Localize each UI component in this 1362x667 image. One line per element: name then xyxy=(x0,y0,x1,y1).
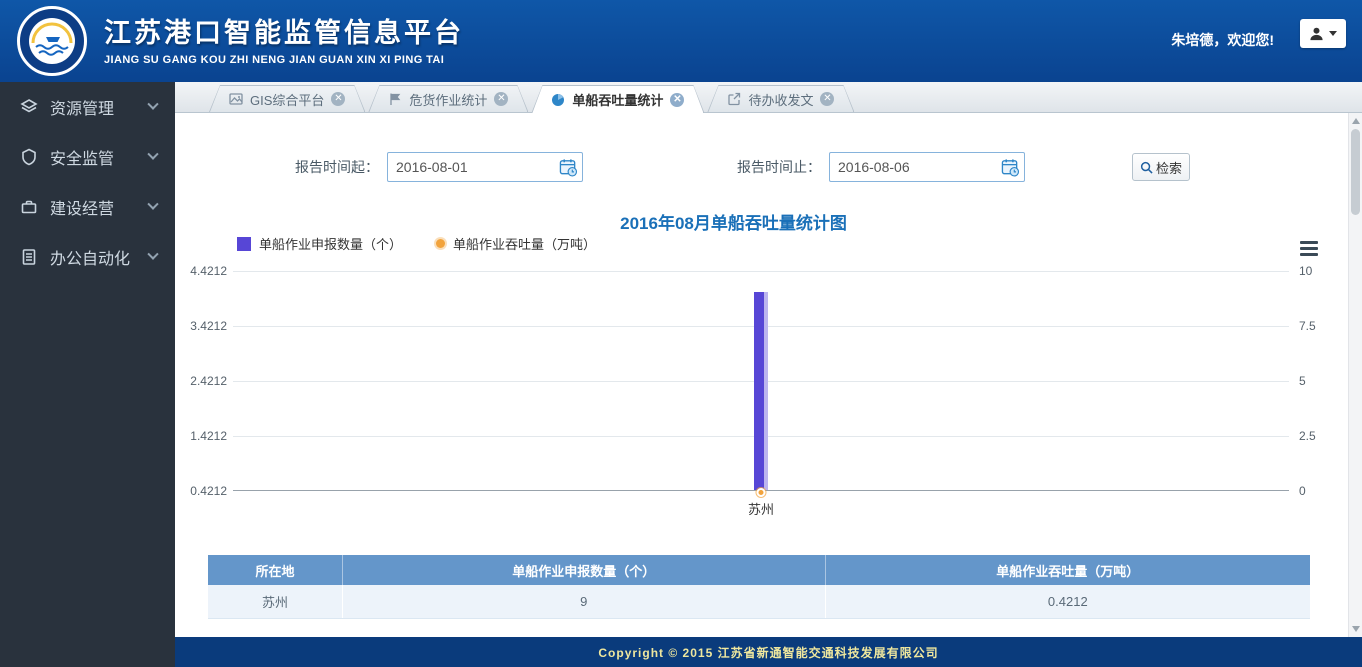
tab-content: 报告时间起： 报告时间止： xyxy=(175,113,1362,637)
chevron-down-icon xyxy=(147,99,158,110)
main-area: GIS综合平台 危货作业统计 单船吞吐量统计 xyxy=(175,82,1362,637)
user-menu-button[interactable] xyxy=(1300,19,1346,48)
caret-down-icon xyxy=(1329,31,1337,36)
chart-menu-icon[interactable] xyxy=(1300,241,1318,256)
cell-declared-count: 9 xyxy=(342,585,825,618)
search-icon xyxy=(1140,161,1153,174)
stats-table: 所在地 单船作业申报数量（个） 单船作业吞吐量（万吨） 苏州 9 0.4212 xyxy=(208,555,1310,619)
app-header: 江苏港口智能监管信息平台 JIANG SU GANG KOU ZHI NENG … xyxy=(0,0,1362,82)
shield-icon xyxy=(20,148,38,166)
throughput-point xyxy=(757,488,766,497)
report-end-input[interactable] xyxy=(830,159,996,175)
vertical-scrollbar[interactable] xyxy=(1348,113,1362,637)
right-axis-tick: 0 xyxy=(1299,484,1343,498)
report-end-field xyxy=(829,152,1025,182)
briefcase-icon xyxy=(20,198,38,216)
calendar-icon[interactable] xyxy=(996,153,1024,181)
tab-label: 待办收发文 xyxy=(748,90,813,109)
tab-label: GIS综合平台 xyxy=(250,90,324,109)
tab-pending-documents[interactable]: 待办收发文 xyxy=(707,85,854,112)
legend-item-declared-count[interactable]: 单船作业申报数量（个） xyxy=(237,234,402,253)
legend-point-swatch xyxy=(436,239,445,248)
port-logo-icon xyxy=(16,5,88,77)
sidebar-item-label: 安全监管 xyxy=(50,145,114,169)
chevron-down-icon xyxy=(147,249,158,260)
sidebar-item-label: 建设经营 xyxy=(50,195,114,219)
right-axis-tick: 2.5 xyxy=(1299,429,1343,443)
tab-label: 单船吞吐量统计 xyxy=(572,90,663,109)
report-end-label: 报告时间止： xyxy=(737,152,821,182)
outbox-icon xyxy=(727,92,741,106)
cell-throughput: 0.4212 xyxy=(825,585,1310,618)
legend-item-throughput[interactable]: 单船作业吞吐量（万吨） xyxy=(436,234,596,253)
app-subtitle: JIANG SU GANG KOU ZHI NENG JIAN GUAN XIN… xyxy=(104,54,464,66)
report-start-input[interactable] xyxy=(388,159,554,175)
table-header-row: 所在地 单船作业申报数量（个） 单船作业吞吐量（万吨） xyxy=(208,555,1310,585)
declared-count-bar xyxy=(754,292,768,490)
sidebar-item-label: 办公自动化 xyxy=(50,245,130,269)
chart-plot-area: 苏州 xyxy=(233,271,1289,491)
map-icon xyxy=(229,92,243,106)
left-axis-tick: 1.4212 xyxy=(181,429,227,443)
close-icon[interactable] xyxy=(331,92,345,106)
right-axis-tick: 10 xyxy=(1299,264,1343,278)
left-axis-tick: 2.4212 xyxy=(181,374,227,388)
search-button-label: 检索 xyxy=(1156,158,1182,177)
flag-icon xyxy=(388,92,402,106)
table-row: 苏州 9 0.4212 xyxy=(208,585,1310,618)
tab-gis-platform[interactable]: GIS综合平台 xyxy=(209,85,365,112)
cell-location: 苏州 xyxy=(208,585,342,618)
x-axis-category-label: 苏州 xyxy=(748,499,774,518)
legend-label: 单船作业申报数量（个） xyxy=(259,234,402,253)
scroll-down-icon[interactable] xyxy=(1352,626,1360,632)
sidebar-item-label: 资源管理 xyxy=(50,95,114,119)
user-icon xyxy=(1309,26,1324,41)
app-title: 江苏港口智能监管信息平台 xyxy=(104,11,464,50)
chart-legend: 单船作业申报数量（个） 单船作业吞吐量（万吨） xyxy=(237,234,596,253)
report-start-field xyxy=(387,152,583,182)
footer: Copyright © 2015 江苏省新通智能交通科技发展有限公司 xyxy=(175,637,1362,667)
pie-chart-icon xyxy=(551,93,565,107)
welcome-text: 朱培德，欢迎您! xyxy=(1171,30,1274,50)
scroll-up-icon[interactable] xyxy=(1352,118,1360,124)
sidebar-item-safety-supervision[interactable]: 安全监管 xyxy=(0,132,175,182)
sidebar: 资源管理 安全监管 建设经营 办公自动化 xyxy=(0,82,175,667)
calendar-icon[interactable] xyxy=(554,153,582,181)
layers-icon xyxy=(20,98,38,116)
table-header-throughput: 单船作业吞吐量（万吨） xyxy=(825,555,1310,585)
right-axis-tick: 5 xyxy=(1299,374,1343,388)
tab-single-ship-throughput-stats[interactable]: 单船吞吐量统计 xyxy=(531,85,704,113)
sidebar-item-resource-management[interactable]: 资源管理 xyxy=(0,82,175,132)
brand-block: 江苏港口智能监管信息平台 JIANG SU GANG KOU ZHI NENG … xyxy=(104,11,464,66)
tab-dangerous-cargo-stats[interactable]: 危货作业统计 xyxy=(368,85,528,112)
left-axis-tick: 3.4212 xyxy=(181,319,227,333)
document-icon xyxy=(20,248,38,266)
legend-bar-swatch xyxy=(237,237,251,251)
close-icon[interactable] xyxy=(670,93,684,107)
tab-strip: GIS综合平台 危货作业统计 单船吞吐量统计 xyxy=(175,82,1362,113)
sidebar-item-construction-operation[interactable]: 建设经营 xyxy=(0,182,175,232)
gridline xyxy=(233,271,1289,272)
search-button[interactable]: 检索 xyxy=(1132,153,1190,181)
legend-label: 单船作业吞吐量（万吨） xyxy=(453,234,596,253)
close-icon[interactable] xyxy=(820,92,834,106)
sidebar-item-office-automation[interactable]: 办公自动化 xyxy=(0,232,175,282)
tab-label: 危货作业统计 xyxy=(409,90,487,109)
chevron-down-icon xyxy=(147,199,158,210)
chart-title: 2016年08月单船吞吐量统计图 xyxy=(175,209,1292,234)
table-header-declared-count: 单船作业申报数量（个） xyxy=(342,555,825,585)
close-icon[interactable] xyxy=(494,92,508,106)
copyright-text: Copyright © 2015 江苏省新通智能交通科技发展有限公司 xyxy=(598,644,938,661)
left-axis-tick: 4.4212 xyxy=(181,264,227,278)
table-header-location: 所在地 xyxy=(208,555,342,585)
left-axis-tick: 0.4212 xyxy=(181,484,227,498)
report-start-label: 报告时间起： xyxy=(295,152,379,182)
right-axis-tick: 7.5 xyxy=(1299,319,1343,333)
scrollbar-thumb[interactable] xyxy=(1351,129,1360,215)
chevron-down-icon xyxy=(147,149,158,160)
